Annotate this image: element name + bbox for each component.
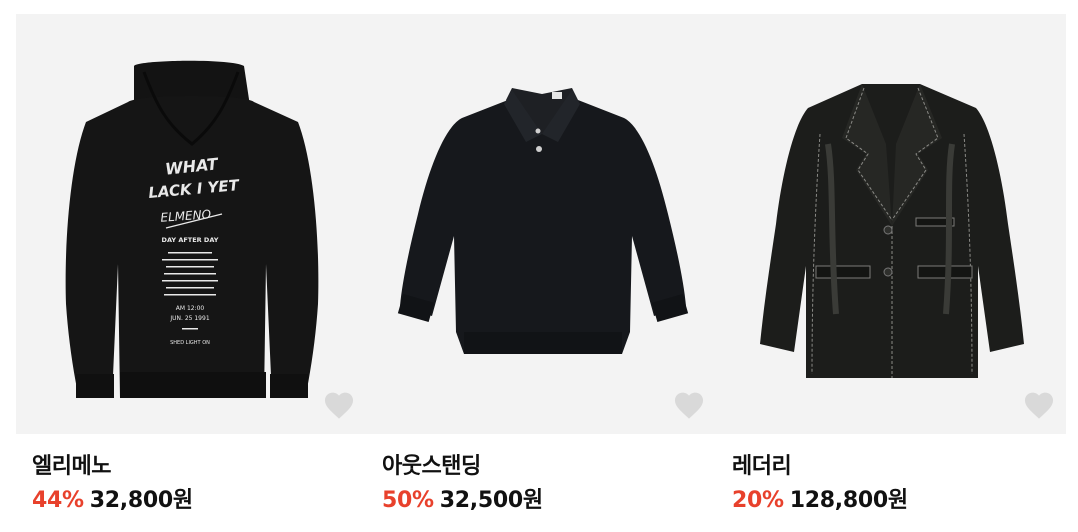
price-row: 20% 128,800원 <box>732 486 1066 516</box>
product-card[interactable]: 아웃스탠딩 50% 32,500원 <box>366 14 716 532</box>
sale-price: 128,800원 <box>789 488 908 513</box>
discount-rate: 44% <box>32 488 84 513</box>
print-text-line: JUN. 25 1991 <box>169 315 209 322</box>
print-text-line: SHED LIGHT ON <box>170 340 210 346</box>
brand-name[interactable]: 엘리메노 <box>32 452 366 482</box>
print-text-line: DAY AFTER DAY <box>162 236 219 244</box>
product-grid: WHAT LACK I YET ELMENO DAY AFTER DAY AM … <box>0 0 1078 532</box>
discount-rate: 50% <box>382 488 434 513</box>
product-info: 아웃스탠딩 50% 32,500원 <box>366 434 716 516</box>
brand-name[interactable]: 레더리 <box>732 452 1066 482</box>
heart-icon <box>674 392 704 419</box>
brand-name[interactable]: 아웃스탠딩 <box>382 452 716 482</box>
product-image[interactable] <box>716 14 1066 434</box>
sale-price: 32,500원 <box>439 488 543 513</box>
knit-polo-image <box>397 88 689 354</box>
heart-icon <box>1024 392 1054 419</box>
product-image[interactable]: WHAT LACK I YET ELMENO DAY AFTER DAY AM … <box>16 14 366 434</box>
product-info: 레더리 20% 128,800원 <box>716 434 1066 516</box>
sale-price: 32,800원 <box>89 488 193 513</box>
discount-rate: 20% <box>732 488 784 513</box>
hoodie-image: WHAT LACK I YET ELMENO DAY AFTER DAY AM … <box>65 60 319 398</box>
price-row: 44% 32,800원 <box>32 486 366 516</box>
favorite-button[interactable] <box>672 390 706 420</box>
heart-icon <box>324 392 354 419</box>
product-info: 엘리메노 44% 32,800원 <box>16 434 366 516</box>
price-row: 50% 32,500원 <box>382 486 716 516</box>
print-text-line: AM 12:00 <box>176 305 205 312</box>
favorite-button[interactable] <box>1022 390 1056 420</box>
product-card[interactable]: WHAT LACK I YET ELMENO DAY AFTER DAY AM … <box>16 14 366 532</box>
favorite-button[interactable] <box>322 390 356 420</box>
product-image[interactable] <box>366 14 716 434</box>
product-card[interactable]: 레더리 20% 128,800원 <box>716 14 1066 532</box>
leather-jacket-image <box>760 84 1024 378</box>
